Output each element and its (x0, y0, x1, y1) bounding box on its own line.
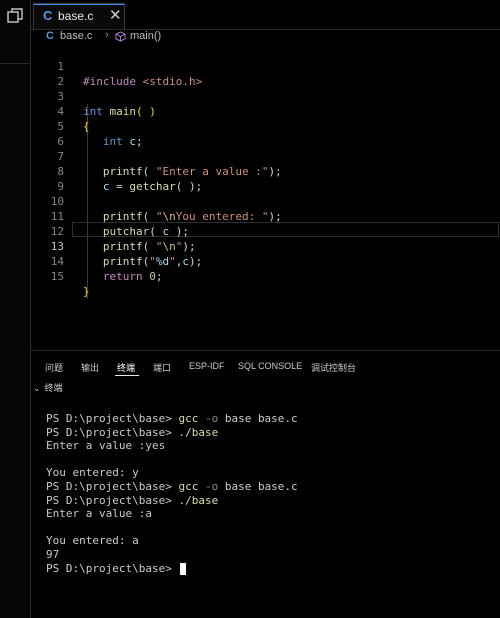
terminal-line: You entered: a (46, 534, 139, 548)
code-line[interactable]: 9 (31, 164, 500, 193)
editor-area: C base.c ✕ C base.c › main() 1 #include … (31, 0, 500, 618)
panel-tab-bar: 问题 输出 终端 端口 ESP-IDF SQL CONSOLE 调试控制台 (31, 355, 500, 379)
terminal-line: PS D:\project\base> gcc -o base base.c (46, 412, 298, 425)
terminal-cursor (180, 562, 187, 575)
terminal-line: 97 (46, 547, 60, 561)
tab-label: base.c (58, 9, 94, 23)
code-line[interactable]: 1 #include <stdio.h> (31, 44, 500, 88)
tab-sql-console[interactable]: SQL CONSOLE (238, 361, 302, 371)
editor-tab-bar: C base.c ✕ (31, 0, 500, 30)
terminal-line: PS D:\project\base> ./base (46, 493, 219, 507)
tab-base-c[interactable]: C base.c ✕ (33, 3, 125, 29)
active-tab-indicator (115, 375, 139, 376)
terminal-section-title: 终端 (44, 383, 63, 393)
chevron-down-icon[interactable]: ⌄ (33, 383, 41, 394)
code-line[interactable]: 11 putchar( c ); (31, 194, 500, 238)
code-line[interactable]: 5 int c; (31, 104, 500, 148)
tab-problems[interactable]: 问题 (45, 361, 63, 374)
code-line[interactable]: 8 c = getchar( ); (31, 149, 500, 193)
method-cube-icon (115, 31, 126, 42)
breadcrumb-file[interactable]: base.c (60, 30, 92, 42)
code-line[interactable]: 7 printf( "Enter a value :"); (31, 134, 500, 178)
terminal-prompt: PS D:\project\base> (46, 561, 179, 575)
terminal-line: Enter a value :a (46, 507, 152, 521)
activity-divider (0, 63, 30, 64)
terminal-line: You entered: y (46, 466, 139, 480)
terminal-line: Enter a value :yes (46, 439, 166, 453)
tab-output[interactable]: 输出 (81, 361, 99, 374)
terminal-line: PS D:\project\base> ./base (46, 425, 219, 439)
terminal-output[interactable]: PS D:\project\base> gcc -o base base.c P… (46, 412, 298, 575)
tab-debug-console[interactable]: 调试控制台 (311, 361, 356, 374)
c-file-icon: C (43, 8, 53, 23)
chevron-right-icon: › (105, 29, 109, 41)
line-number: 15 (50, 270, 64, 283)
panel-divider (31, 350, 500, 351)
tab-terminal[interactable]: 终端 (117, 361, 135, 374)
code-line[interactable]: 15 } (31, 254, 500, 298)
code-line[interactable]: 6 (31, 119, 500, 148)
terminal-prompt-line[interactable]: PS D:\project\base> (46, 562, 298, 576)
code-line[interactable]: 14 return 0; (31, 239, 500, 283)
restore-window-icon[interactable] (6, 7, 24, 25)
code-line[interactable]: 3 int main( ) (31, 74, 500, 118)
tab-active-indicator (34, 4, 124, 5)
terminal-line: PS D:\project\base> gcc -o base base.c (46, 479, 298, 493)
code-text: return 0; (102, 270, 163, 283)
tab-esp-idf[interactable]: ESP-IDF (189, 361, 225, 371)
code-text: } (83, 285, 90, 298)
activity-bar (0, 0, 31, 618)
breadcrumb: C base.c › main() (31, 29, 500, 45)
code-line[interactable]: 13 printf("%d",c); (31, 224, 500, 268)
tab-ports[interactable]: 端口 (153, 361, 171, 374)
code-line[interactable]: 10 printf( "\nYou entered: "); (31, 179, 500, 223)
terminal-section-header[interactable]: ⌄ 终端 (33, 381, 63, 394)
c-file-icon: C (46, 30, 54, 42)
code-line[interactable]: 4 { (31, 89, 500, 133)
close-icon[interactable]: ✕ (109, 6, 122, 24)
code-line[interactable]: 12 printf( "\n"); (31, 209, 500, 253)
code-line[interactable]: 2 (31, 59, 500, 88)
breadcrumb-symbol[interactable]: main() (130, 30, 161, 42)
